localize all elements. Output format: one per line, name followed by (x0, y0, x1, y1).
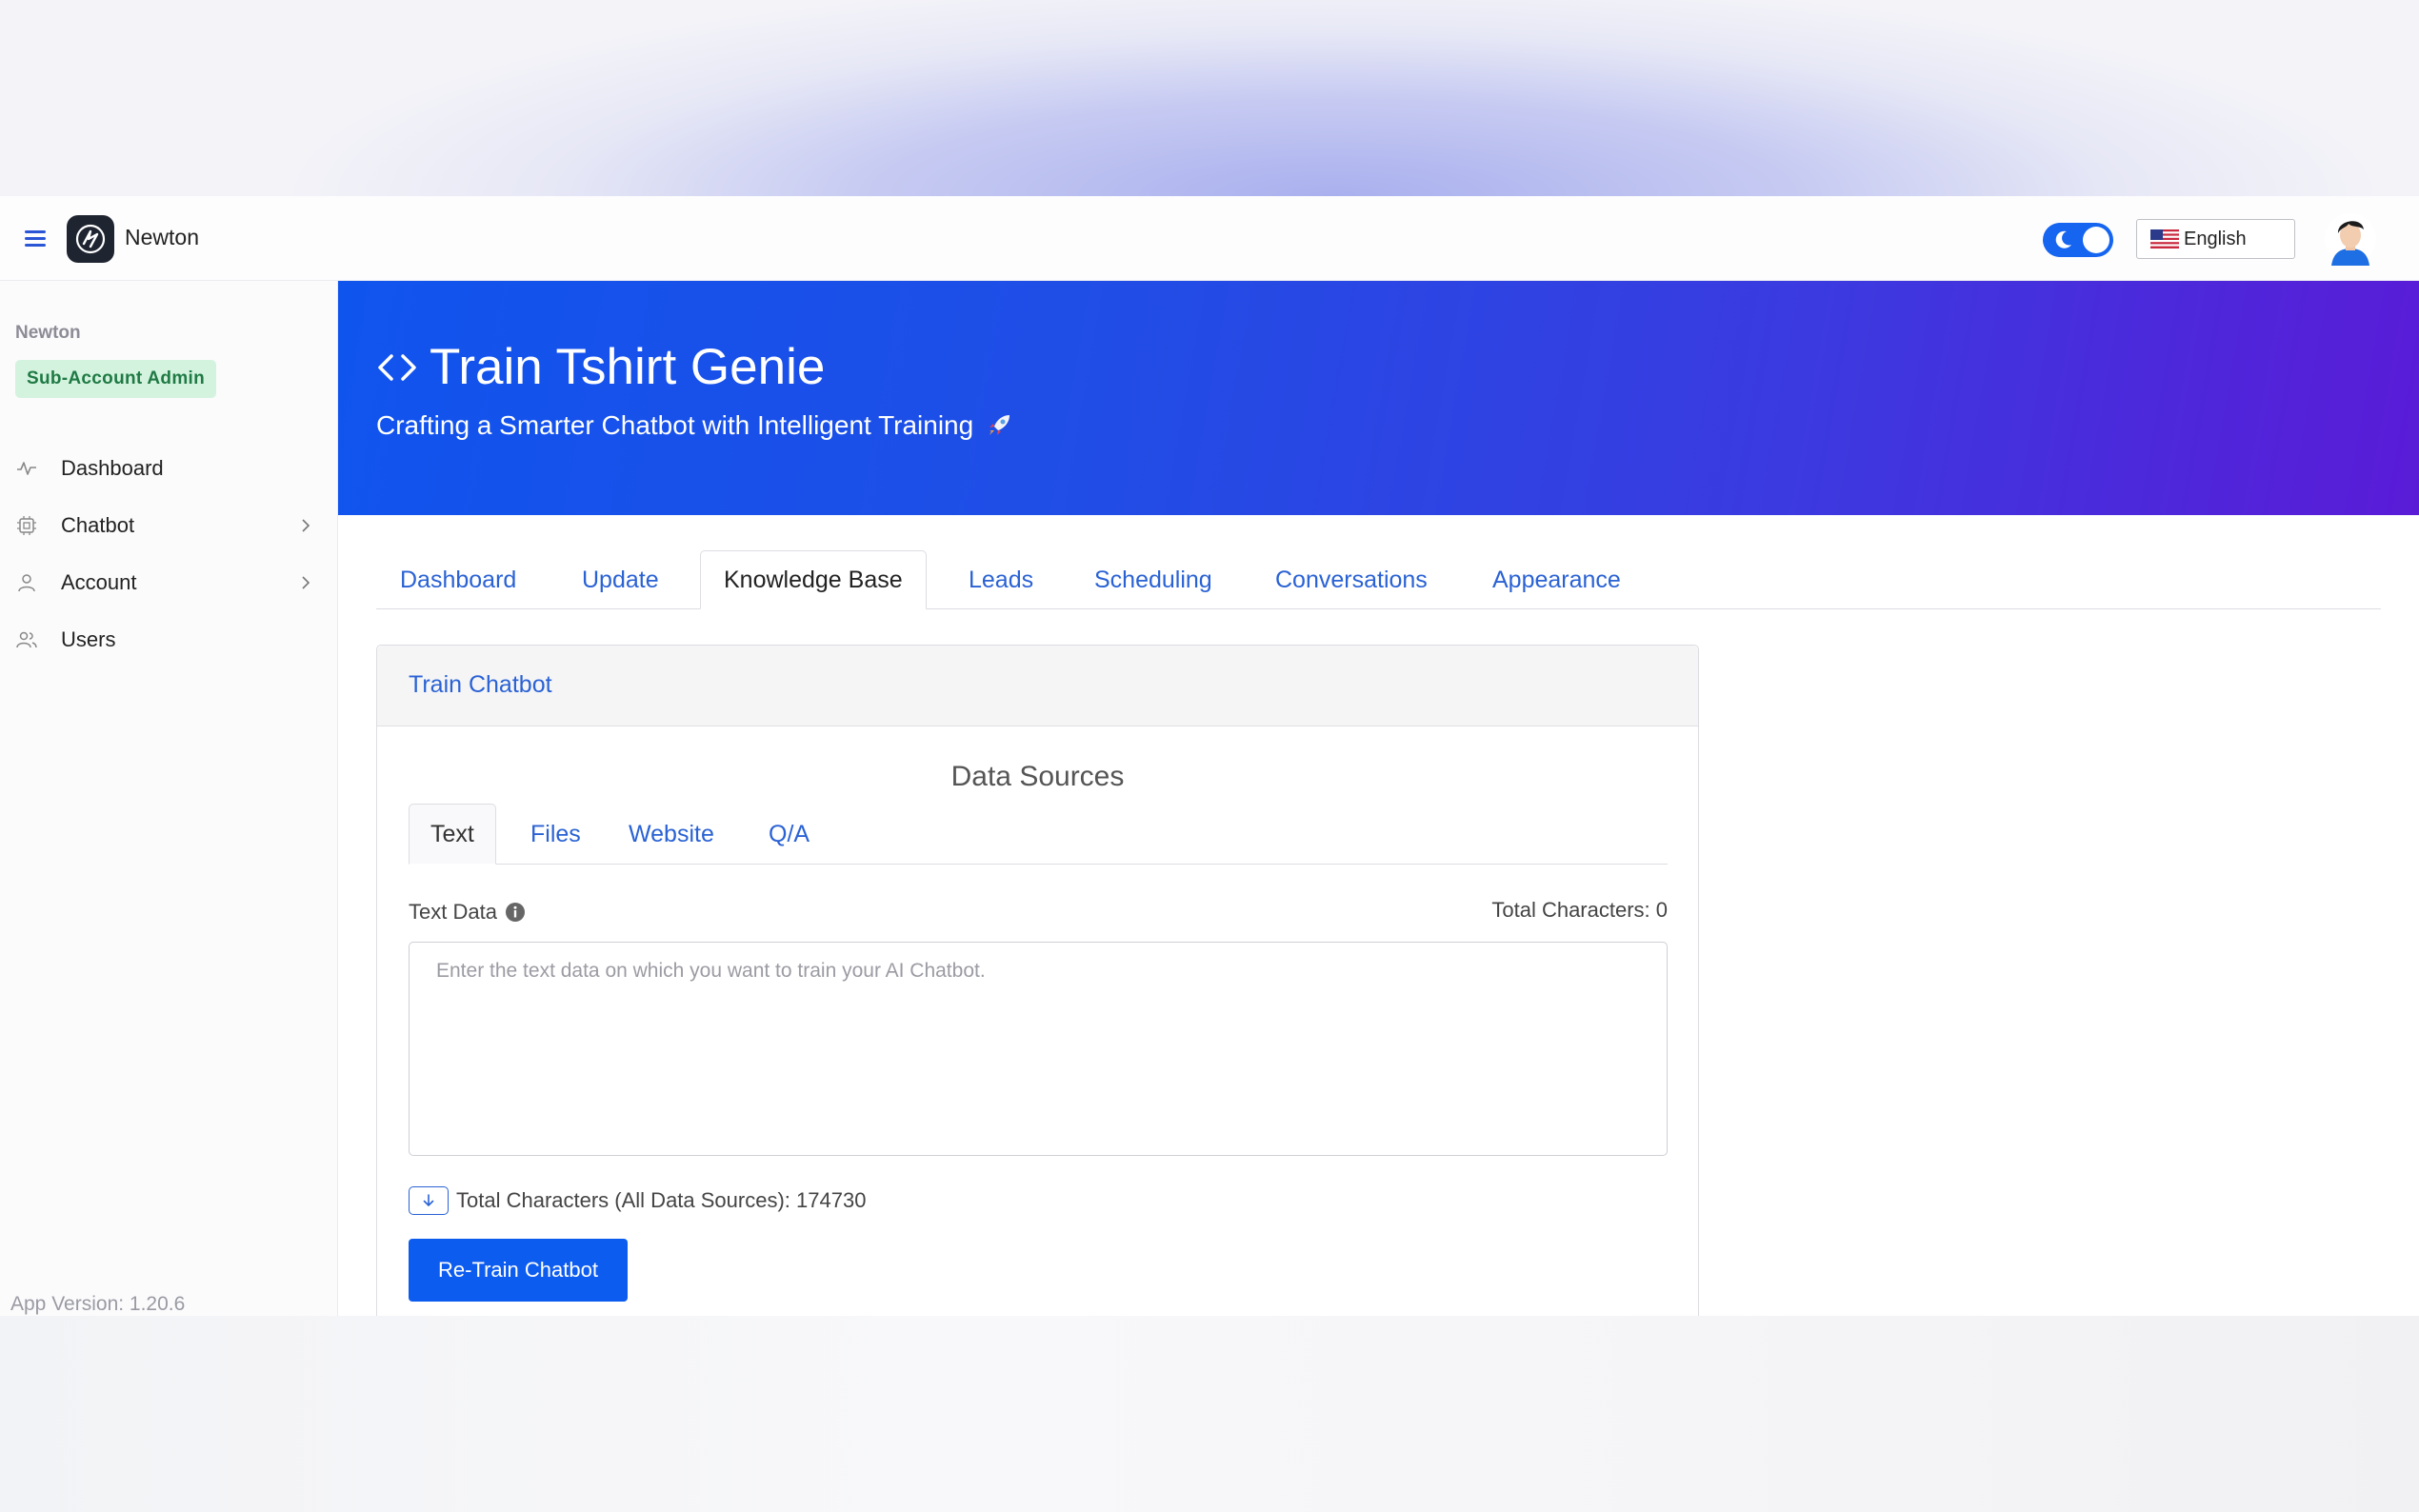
total-characters-row: Total Characters (All Data Sources): 174… (409, 1186, 866, 1215)
tab-leads[interactable]: Leads (969, 550, 1033, 609)
main-tabs: Dashboard Update Knowledge Base Leads Sc… (376, 550, 2381, 609)
page-title: Train Tshirt Genie (376, 338, 825, 396)
top-bar: Newton English (0, 196, 2419, 281)
sidebar-item-users[interactable]: Users (0, 615, 338, 665)
page-subtitle-text: Crafting a Smarter Chatbot with Intellig… (376, 410, 974, 440)
us-flag-icon (2150, 229, 2179, 249)
logo-icon (67, 215, 114, 263)
page-banner: Train Tshirt Genie Crafting a Smarter Ch… (338, 281, 2419, 515)
page-title-text: Train Tshirt Genie (430, 339, 826, 395)
tab-appearance[interactable]: Appearance (1492, 550, 1621, 609)
backdrop-bottom (0, 1316, 2419, 1512)
toggle-knob (2083, 227, 2109, 253)
retrain-chatbot-button[interactable]: Re-Train Chatbot (409, 1239, 628, 1302)
character-count: Total Characters: 0 (1491, 898, 1668, 922)
rocket-icon (990, 415, 1010, 435)
tab-scheduling[interactable]: Scheduling (1094, 550, 1212, 609)
tab-update[interactable]: Update (582, 550, 659, 609)
moon-icon (2055, 230, 2071, 249)
train-chatbot-card: Train Chatbot Data Sources Text Files We… (376, 645, 1699, 1316)
code-icon (378, 353, 416, 381)
sidebar-item-label: Dashboard (61, 456, 164, 480)
sidebar-item-account[interactable]: Account (0, 558, 338, 607)
chevron-right-icon (302, 519, 310, 532)
user-avatar[interactable] (2324, 212, 2377, 266)
total-characters-text: Total Characters (All Data Sources): 174… (456, 1188, 867, 1212)
chip-icon (17, 516, 36, 535)
data-source-tabs: Text Files Website Q/A (409, 804, 1668, 865)
text-data-label: Text Data (409, 900, 526, 925)
user-icon (18, 574, 35, 592)
subtab-text[interactable]: Text (409, 804, 496, 865)
sidebar-item-dashboard[interactable]: Dashboard (0, 444, 338, 493)
tab-knowledge-base[interactable]: Knowledge Base (700, 550, 927, 609)
role-badge: Sub-Account Admin (15, 360, 216, 398)
tab-dashboard[interactable]: Dashboard (400, 550, 516, 609)
data-sources-title: Data Sources (950, 761, 1125, 792)
text-data-input[interactable] (409, 942, 1668, 1156)
download-button[interactable] (409, 1186, 449, 1215)
users-icon (16, 631, 37, 648)
sidebar-item-label: Users (61, 627, 116, 651)
sidebar-org-name: Newton (15, 323, 81, 343)
backdrop-top (0, 0, 2419, 196)
info-icon[interactable] (505, 902, 526, 923)
text-data-label-text: Text Data (409, 900, 497, 924)
app-version: App Version: 1.20.6 (10, 1293, 186, 1315)
card-title: Train Chatbot (409, 671, 552, 698)
sidebar-item-label: Account (61, 570, 137, 594)
chevron-right-icon (302, 576, 310, 589)
menu-icon[interactable] (25, 230, 46, 247)
arrow-down-icon (423, 1194, 434, 1207)
language-select[interactable]: English (2136, 219, 2295, 259)
page-subtitle: Crafting a Smarter Chatbot with Intellig… (376, 410, 1013, 441)
subtab-qa[interactable]: Q/A (769, 804, 810, 865)
subtab-files[interactable]: Files (530, 804, 581, 865)
app-window: Newton English Newton Sub-Account Admin … (0, 196, 2419, 1316)
sidebar-item-label: Chatbot (61, 513, 135, 537)
language-label: English (2184, 228, 2247, 249)
sidebar: Newton Sub-Account Admin Dashboard Chatb… (0, 281, 338, 1316)
brand-name: Newton (125, 225, 199, 249)
subtab-website[interactable]: Website (629, 804, 714, 865)
card-header: Train Chatbot (377, 646, 1698, 726)
activity-icon (17, 462, 36, 475)
tab-conversations[interactable]: Conversations (1275, 550, 1428, 609)
sidebar-item-chatbot[interactable]: Chatbot (0, 501, 338, 550)
theme-toggle[interactable] (2043, 223, 2113, 257)
